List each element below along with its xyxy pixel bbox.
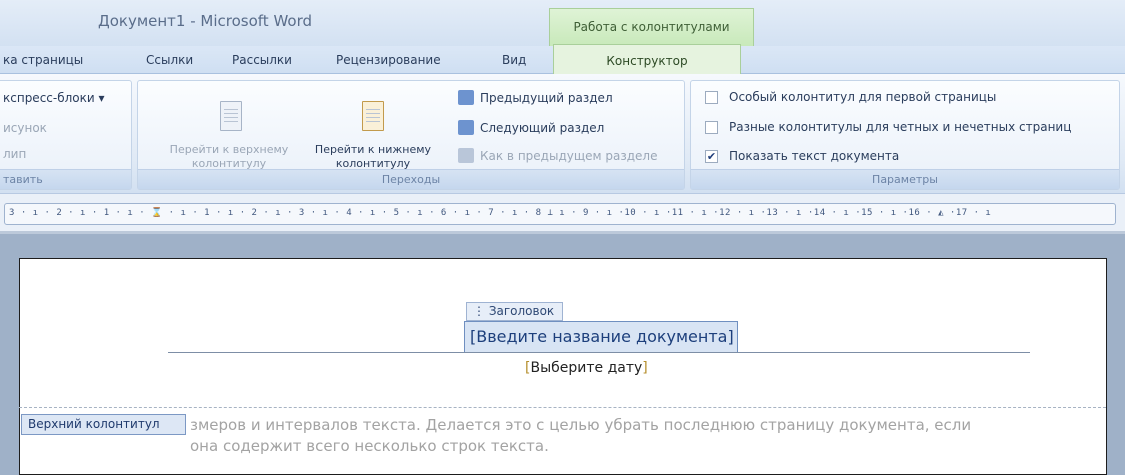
group-options-label: Параметры: [691, 169, 1119, 189]
title-bar: Документ1 - Microsoft Word Работа с коло…: [0, 0, 1125, 46]
next-section-icon: [458, 120, 474, 135]
different-odd-even-checkbox[interactable]: [705, 121, 718, 134]
different-first-page-label: Особый колонтитул для первой страницы: [729, 90, 997, 104]
page-footer-icon: [362, 101, 384, 131]
different-odd-even-label: Разные колонтитулы для четных и нечетных…: [729, 120, 1072, 134]
tab-references[interactable]: Ссылки: [146, 53, 193, 67]
window-title: Документ1 - Microsoft Word: [98, 12, 312, 30]
ribbon: кспресс-блоки ▾ исунок лип тавить Перейт…: [0, 74, 1125, 194]
next-section-button[interactable]: Следующий раздел: [480, 121, 604, 135]
header-boundary-line: [19, 407, 1106, 408]
show-document-text-checkbox[interactable]: ✔: [705, 150, 718, 163]
ruler-scale: 3 · ı · 2 · ı · 1 · ı · ⌛ · ı · 1 · ı · …: [9, 208, 992, 218]
tab-view[interactable]: Вид: [502, 53, 526, 67]
title-control-tag[interactable]: ⋮ Заголовок: [466, 302, 563, 321]
tab-design[interactable]: Конструктор: [553, 44, 741, 75]
header-rule: [168, 352, 1030, 353]
previous-section-icon: [458, 90, 474, 105]
goto-footer-line1: Перейти к нижнему: [314, 143, 432, 156]
tab-mailings[interactable]: Рассылки: [232, 53, 292, 67]
picture-button[interactable]: исунок: [3, 121, 47, 135]
group-insert-label: тавить: [0, 169, 131, 189]
date-content-control[interactable]: [Выберите дату]: [525, 360, 648, 376]
different-first-page-checkbox[interactable]: [705, 91, 718, 104]
link-previous-icon: [458, 148, 474, 163]
group-navigation: Перейти к верхнему колонтитулу Перейти к…: [137, 80, 685, 190]
tab-review[interactable]: Рецензирование: [336, 53, 441, 67]
page-header-icon: [220, 101, 242, 131]
header-label: Верхний колонтитул: [21, 414, 186, 435]
goto-header-button[interactable]: Перейти к верхнему колонтитулу: [144, 143, 314, 171]
title-content-control[interactable]: [Введите название документа]: [464, 321, 738, 353]
date-bracket-close: ]: [642, 360, 648, 376]
context-tab-header: Работа с колонтитулами: [549, 8, 754, 46]
group-insert: кспресс-блоки ▾ исунок лип тавить: [0, 80, 132, 190]
group-options: Особый колонтитул для первой страницы Ра…: [690, 80, 1120, 190]
tab-page-layout[interactable]: ка страницы: [3, 53, 83, 67]
previous-section-button[interactable]: Предыдущий раздел: [480, 91, 613, 105]
body-text-line-2[interactable]: она содержит всего несколько строк текст…: [190, 437, 549, 455]
link-previous-button[interactable]: Как в предыдущем разделе: [480, 149, 657, 163]
date-placeholder: Выберите дату: [530, 360, 643, 376]
horizontal-ruler[interactable]: 3 · ı · 2 · ı · 1 · ı · ⌛ · ı · 1 · ı · …: [4, 203, 1116, 225]
show-document-text-label: Показать текст документа: [729, 149, 900, 163]
clip-button[interactable]: лип: [3, 147, 26, 161]
body-text-line-1[interactable]: змеров и интервалов текста. Делается это…: [190, 415, 1070, 435]
goto-header-line1: Перейти к верхнему: [169, 143, 289, 156]
goto-footer-button[interactable]: Перейти к нижнему колонтитулу: [298, 143, 448, 171]
express-blocks-button[interactable]: кспресс-блоки ▾: [3, 91, 105, 105]
group-navigation-label: Переходы: [138, 169, 684, 189]
